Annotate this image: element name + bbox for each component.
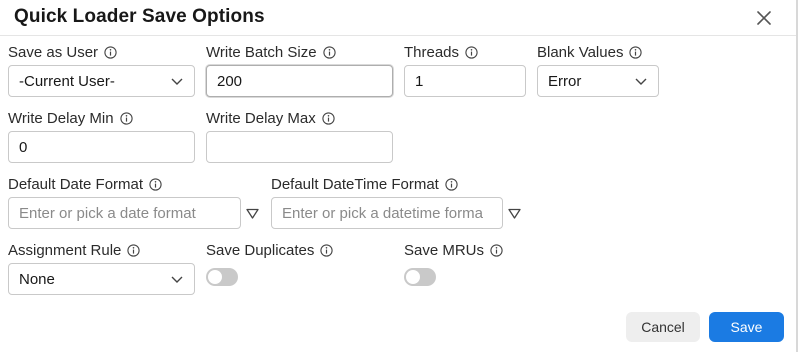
date-format-dropdown-toggle[interactable] — [245, 206, 259, 220]
info-icon — [127, 244, 141, 257]
triangle-down-icon — [507, 208, 521, 219]
default-datetime-format-label: Default DateTime Format — [271, 176, 458, 193]
info-icon — [149, 178, 162, 191]
blank-values-value: Error — [548, 72, 582, 90]
save-options-modal: Quick Loader Save Options Save as User -… — [0, 0, 798, 352]
triangle-down-icon — [245, 208, 259, 219]
info-icon — [320, 244, 334, 257]
default-datetime-format-input[interactable] — [271, 197, 503, 229]
threads-label: Threads — [404, 44, 478, 61]
save-duplicates-toggle[interactable] — [206, 268, 238, 286]
write-delay-min-input[interactable] — [8, 131, 195, 163]
save-button[interactable]: Save — [709, 312, 784, 342]
toggle-knob — [406, 270, 420, 284]
chevron-down-icon — [171, 78, 183, 85]
cancel-button[interactable]: Cancel — [626, 312, 700, 342]
toggle-knob — [208, 270, 222, 284]
save-as-user-label: Save as User — [8, 44, 117, 61]
close-button[interactable] — [752, 6, 776, 30]
save-as-user-value: -Current User- — [19, 72, 115, 90]
info-icon — [104, 46, 117, 59]
default-date-format-input[interactable] — [8, 197, 241, 229]
save-as-user-select[interactable]: -Current User- — [8, 65, 195, 97]
info-icon — [629, 46, 643, 59]
modal-title: Quick Loader Save Options — [14, 6, 265, 27]
assignment-rule-select[interactable]: None — [8, 263, 195, 295]
info-icon — [465, 46, 478, 59]
save-duplicates-label: Save Duplicates — [206, 242, 334, 259]
modal-header: Quick Loader Save Options — [0, 0, 796, 36]
info-icon — [322, 112, 335, 125]
save-mrus-label: Save MRUs — [404, 242, 503, 259]
info-icon — [445, 178, 458, 191]
info-icon — [119, 112, 133, 125]
threads-input[interactable] — [404, 65, 526, 97]
write-delay-max-input[interactable] — [206, 131, 393, 163]
chevron-down-icon — [635, 78, 647, 85]
datetime-format-dropdown-toggle[interactable] — [507, 206, 521, 220]
blank-values-select[interactable]: Error — [537, 65, 659, 97]
write-batch-size-input[interactable] — [206, 65, 393, 97]
info-icon — [490, 244, 503, 257]
assignment-rule-value: None — [19, 270, 55, 288]
save-mrus-toggle[interactable] — [404, 268, 436, 286]
write-delay-max-label: Write Delay Max — [206, 110, 335, 127]
close-icon — [757, 11, 771, 25]
assignment-rule-label: Assignment Rule — [8, 242, 141, 259]
blank-values-label: Blank Values — [537, 44, 643, 61]
info-icon — [322, 46, 336, 59]
write-delay-min-label: Write Delay Min — [8, 110, 133, 127]
write-batch-size-label: Write Batch Size — [206, 44, 336, 61]
chevron-down-icon — [171, 276, 183, 283]
default-date-format-label: Default Date Format — [8, 176, 162, 193]
